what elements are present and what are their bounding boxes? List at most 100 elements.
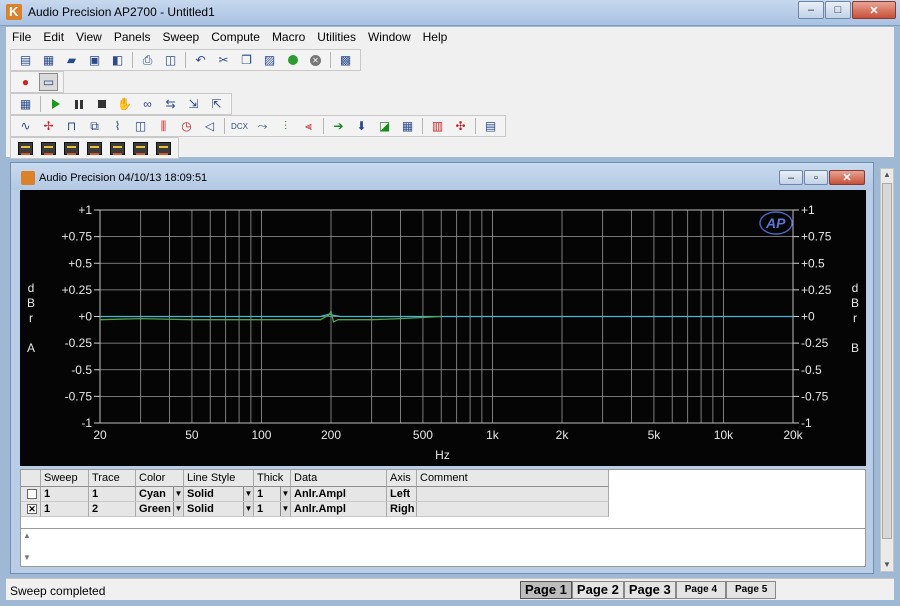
step-out-icon[interactable]: ⇱: [207, 95, 226, 113]
menu-panels[interactable]: Panels: [108, 30, 157, 44]
notes-icon[interactable]: ▤: [481, 117, 500, 135]
stop-icon[interactable]: [92, 95, 111, 113]
dsp-icon[interactable]: ◫: [131, 117, 150, 135]
table-row[interactable]: 1 1 Cyan ▼ Solid ▼ 1 ▼ Anlr.Ampl Left: [21, 487, 609, 502]
digital-icon[interactable]: ⌇: [108, 117, 127, 135]
step-icon[interactable]: ⇆: [161, 95, 180, 113]
save-all-icon[interactable]: ◧: [108, 51, 127, 69]
print-preview-icon[interactable]: ◫: [161, 51, 180, 69]
display-6-icon[interactable]: [131, 139, 150, 157]
trace-checkbox[interactable]: [27, 489, 37, 499]
cell-thick[interactable]: 1 ▼: [254, 487, 291, 502]
menu-sweep[interactable]: Sweep: [157, 30, 206, 44]
menu-window[interactable]: Window: [362, 30, 417, 44]
dcx-icon[interactable]: DCX: [230, 117, 249, 135]
open-icon[interactable]: ▰: [62, 51, 81, 69]
meters-icon[interactable]: ⫷: [299, 117, 318, 135]
play-icon[interactable]: [46, 95, 65, 113]
squarewave-icon[interactable]: ⊓: [62, 117, 81, 135]
speaker-icon[interactable]: ◁: [200, 117, 219, 135]
cell-sweep[interactable]: 1: [41, 487, 89, 502]
display-5-icon[interactable]: [108, 139, 127, 157]
cell-sweep[interactable]: 1: [41, 502, 89, 517]
go-icon[interactable]: [283, 51, 302, 69]
ap-window-icon[interactable]: [21, 171, 35, 185]
chevron-down-icon[interactable]: ▼: [173, 487, 183, 501]
burst-icon[interactable]: ⧉: [85, 117, 104, 135]
scrollbar-thumb[interactable]: [882, 183, 892, 539]
paste-icon[interactable]: ▨: [260, 51, 279, 69]
hand-icon[interactable]: ✋: [115, 95, 134, 113]
cell-axis[interactable]: Left: [387, 487, 417, 502]
graph-icon[interactable]: ◪: [375, 117, 394, 135]
clock-icon[interactable]: ◷: [177, 117, 196, 135]
cell-color[interactable]: Green ▼: [136, 502, 184, 517]
tab-page-4[interactable]: Page 4: [675, 581, 727, 599]
arrow-right-icon[interactable]: ➔: [329, 117, 348, 135]
menu-utilities[interactable]: Utilities: [311, 30, 362, 44]
display-1-icon[interactable]: [16, 139, 35, 157]
cell-comment[interactable]: [417, 502, 609, 517]
cell-trace[interactable]: 1: [89, 487, 136, 502]
vertical-scrollbar[interactable]: ▲ ▼: [880, 168, 894, 572]
cell-line-style[interactable]: Solid ▼: [184, 487, 254, 502]
table-icon[interactable]: ▦: [398, 117, 417, 135]
levels-icon[interactable]: ⫶: [276, 117, 295, 135]
menu-edit[interactable]: Edit: [37, 30, 70, 44]
undo-icon[interactable]: ↶: [191, 51, 210, 69]
chevron-down-icon[interactable]: ▼: [243, 502, 253, 516]
chevron-down-icon[interactable]: ▼: [280, 502, 290, 516]
menu-view[interactable]: View: [70, 30, 108, 44]
trace-checkbox[interactable]: ✕: [27, 504, 37, 514]
record-icon[interactable]: ●: [16, 73, 35, 91]
display-2-icon[interactable]: [39, 139, 58, 157]
cell-color[interactable]: Cyan ▼: [136, 487, 184, 502]
menu-macro[interactable]: Macro: [266, 30, 311, 44]
monitor-icon[interactable]: ▭: [39, 73, 58, 91]
scroll-down-icon[interactable]: ▼: [881, 559, 893, 571]
settings-icon[interactable]: ▦: [16, 95, 35, 113]
scroll-up-icon[interactable]: ▲: [21, 530, 33, 542]
save-icon[interactable]: ▣: [85, 51, 104, 69]
copy-icon[interactable]: ❐: [237, 51, 256, 69]
pause-icon[interactable]: [69, 95, 88, 113]
impulse-icon[interactable]: ⫼: [154, 117, 173, 135]
tab-page-5[interactable]: Page 5: [726, 581, 777, 599]
scroll-up-icon[interactable]: ▲: [881, 169, 893, 181]
minimize-button[interactable]: –: [798, 1, 824, 19]
maximize-button[interactable]: □: [825, 1, 851, 19]
print-icon[interactable]: ⎙: [138, 51, 157, 69]
child-minimize-button[interactable]: –: [779, 170, 803, 185]
glasses-icon[interactable]: ∞: [138, 95, 157, 113]
arrow-down-icon[interactable]: ⬇: [352, 117, 371, 135]
table-row[interactable]: ✕ 1 2 Green ▼ Solid ▼ 1 ▼ Anlr.Ampl Righ: [21, 502, 609, 517]
chevron-down-icon[interactable]: ▼: [243, 487, 253, 501]
sweep-graph[interactable]: +1 +0.75 +0.5 +0.25 +0 -0.25 -0.5 -0.75 -1 +1 +0.…: [20, 190, 866, 466]
display-7-icon[interactable]: [154, 139, 173, 157]
display-3-icon[interactable]: [62, 139, 81, 157]
child-restore-button[interactable]: ▫: [804, 170, 828, 185]
cell-line-style[interactable]: Solid ▼: [184, 502, 254, 517]
cell-data[interactable]: Anlr.Ampl: [291, 502, 387, 517]
panel-icon[interactable]: ▩: [336, 51, 355, 69]
tab-page-1[interactable]: Page 1: [520, 581, 572, 599]
menu-help[interactable]: Help: [417, 30, 454, 44]
generator-icon[interactable]: ✢: [39, 117, 58, 135]
cut-icon[interactable]: ✂: [214, 51, 233, 69]
new-test-icon[interactable]: ▦: [39, 51, 58, 69]
tab-page-3[interactable]: Page 3: [623, 581, 676, 599]
spectrum-icon[interactable]: ✣: [451, 117, 470, 135]
display-4-icon[interactable]: [85, 139, 104, 157]
step-into-icon[interactable]: ⇲: [184, 95, 203, 113]
analyzer-icon[interactable]: ∿: [16, 117, 35, 135]
cell-axis[interactable]: Righ: [387, 502, 417, 517]
cell-thick[interactable]: 1 ▼: [254, 502, 291, 517]
new-icon[interactable]: ▤: [16, 51, 35, 69]
switcher-icon[interactable]: ⤳: [253, 117, 272, 135]
chevron-down-icon[interactable]: ▼: [280, 487, 290, 501]
menu-compute[interactable]: Compute: [205, 30, 266, 44]
app-icon[interactable]: [6, 4, 22, 20]
cell-data[interactable]: Anlr.Ampl: [291, 487, 387, 502]
cell-comment[interactable]: [417, 487, 609, 502]
scroll-down-icon[interactable]: ▼: [21, 552, 33, 564]
